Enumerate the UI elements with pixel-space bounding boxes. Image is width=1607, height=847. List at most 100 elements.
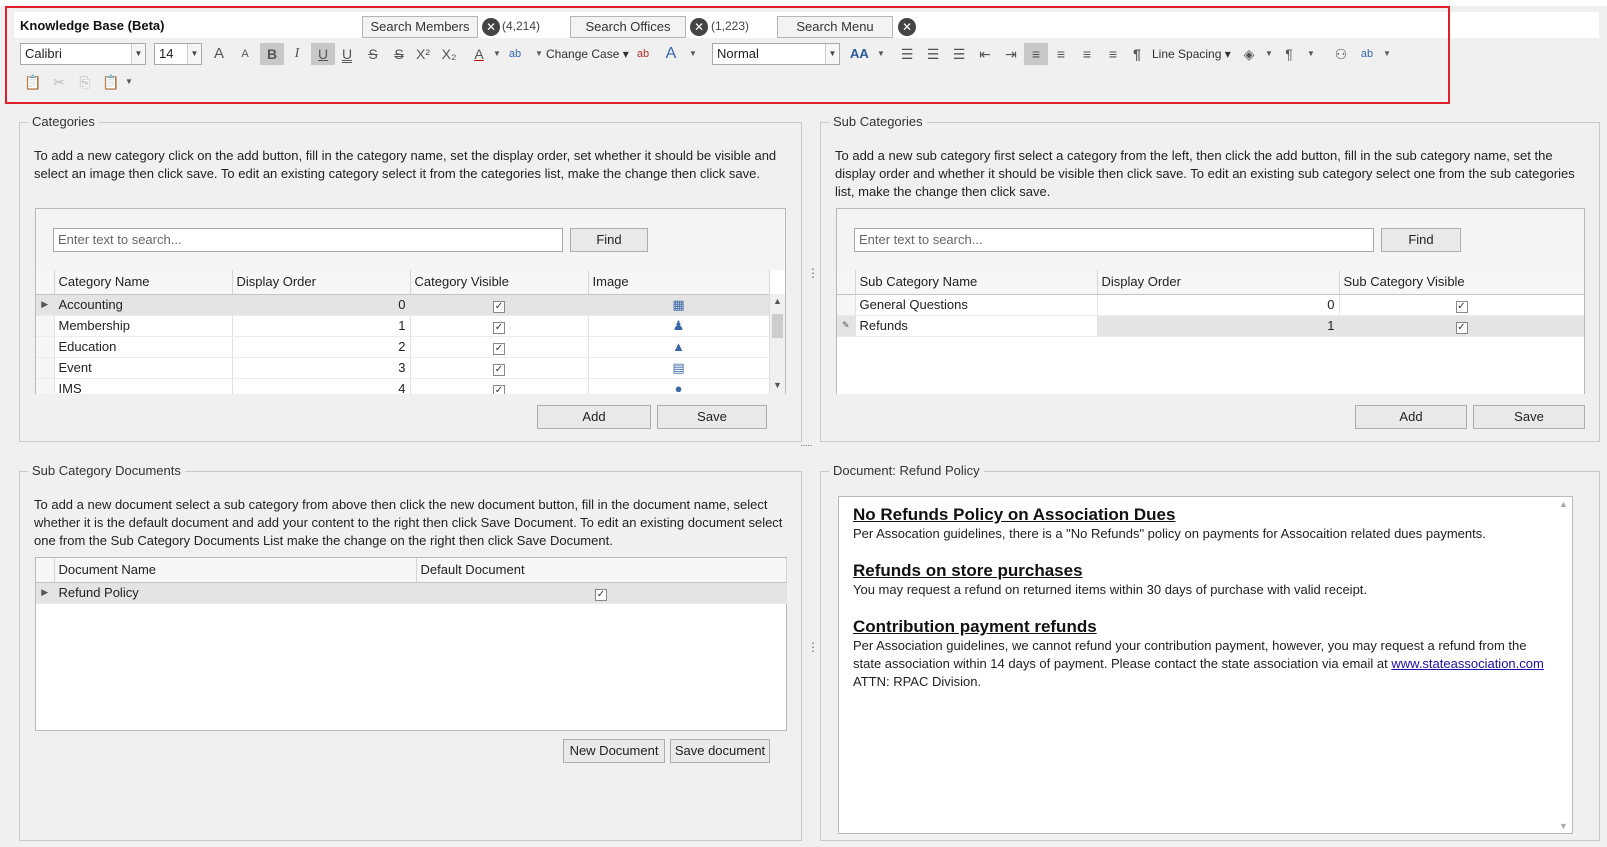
shrink-font-icon[interactable]: A: [236, 43, 254, 65]
grow-font-icon[interactable]: A: [210, 43, 228, 65]
bold-button[interactable]: B: [260, 43, 284, 65]
column-header[interactable]: Default Document: [416, 558, 787, 583]
ims-icon[interactable]: ●: [671, 382, 687, 395]
superscript-button[interactable]: X²: [414, 43, 432, 65]
doc-email-link[interactable]: www.stateassociation.com: [1391, 656, 1543, 671]
subcategories-search-input[interactable]: Enter text to search...: [854, 228, 1374, 252]
find-binoculars-icon[interactable]: ⚇: [1332, 43, 1350, 65]
chevron-down-icon[interactable]: ▼: [1302, 43, 1320, 65]
change-case-button[interactable]: Change Case ▾: [546, 43, 629, 65]
cut-icon[interactable]: ✂: [50, 71, 68, 93]
paragraph-options-icon[interactable]: ¶: [1280, 43, 1298, 65]
shading-icon[interactable]: ◈: [1240, 43, 1258, 65]
membership-icon[interactable]: ♟: [671, 319, 687, 333]
italic-button[interactable]: I: [288, 43, 306, 65]
categories-scrollbar[interactable]: ▲ ▼: [769, 294, 785, 394]
default-document-checkbox[interactable]: ✓: [595, 588, 607, 601]
align-right-icon[interactable]: ≡: [1078, 43, 1096, 65]
table-row[interactable]: Education 2 ✓ ▲: [36, 336, 770, 358]
visible-checkbox[interactable]: ✓: [493, 300, 505, 313]
scroll-up-icon[interactable]: ▲: [773, 296, 782, 306]
increase-indent-icon[interactable]: ⇥: [1002, 43, 1020, 65]
category-name-cell[interactable]: Education: [54, 336, 233, 358]
text-effect-icon[interactable]: A: [662, 43, 680, 65]
scroll-up-icon[interactable]: ▲: [1559, 499, 1568, 509]
category-name-cell[interactable]: Membership: [54, 315, 233, 337]
visible-checkbox[interactable]: ✓: [493, 384, 505, 394]
document-scrollbar[interactable]: ▲ ▼: [1556, 497, 1572, 833]
scroll-thumb[interactable]: [772, 314, 783, 338]
subscript-button[interactable]: X₂: [440, 43, 458, 65]
display-order-cell[interactable]: 1: [232, 315, 411, 337]
column-header[interactable]: Display Order: [232, 270, 411, 295]
table-row[interactable]: Event 3 ✓ ▤: [36, 357, 770, 379]
decrease-indent-icon[interactable]: ⇤: [976, 43, 994, 65]
display-order-cell[interactable]: 2: [232, 336, 411, 358]
vertical-splitter-grip[interactable]: ⋮: [807, 266, 819, 280]
chevron-down-icon[interactable]: ▼: [1378, 43, 1396, 65]
align-left-icon[interactable]: ≡: [1024, 43, 1048, 65]
line-spacing-button[interactable]: Line Spacing ▾: [1152, 43, 1231, 65]
copy-icon[interactable]: ⎘: [76, 71, 94, 93]
table-row[interactable]: IMS 4 ✓ ●: [36, 378, 770, 395]
justify-icon[interactable]: ≡: [1104, 43, 1122, 65]
chevron-down-icon[interactable]: ▼: [120, 71, 138, 93]
double-underline-button[interactable]: U: [338, 43, 356, 65]
subcategories-find-button[interactable]: Find: [1381, 228, 1461, 252]
horizontal-splitter-grip[interactable]: ·····: [800, 440, 813, 451]
event-icon[interactable]: ▤: [671, 361, 687, 375]
chevron-down-icon[interactable]: ▼: [1260, 43, 1278, 65]
subcategory-name-cell[interactable]: General Questions: [855, 294, 1098, 316]
paragraph-style-select[interactable]: Normal ▼: [712, 43, 840, 65]
categories-add-button[interactable]: Add: [537, 405, 651, 429]
search-members-button[interactable]: Search Members: [362, 16, 478, 38]
table-row[interactable]: ▶ Refund Policy ✓: [36, 582, 787, 604]
column-header[interactable]: Document Name: [54, 558, 417, 583]
category-name-cell[interactable]: Event: [54, 357, 233, 379]
replace-icon[interactable]: ab: [1358, 43, 1376, 65]
visible-checkbox[interactable]: ✓: [1455, 300, 1468, 313]
column-header[interactable]: Display Order: [1097, 270, 1340, 295]
categories-find-button[interactable]: Find: [570, 228, 648, 252]
table-row[interactable]: ✎ Refunds 1 ✓: [837, 315, 1584, 337]
vertical-splitter-grip[interactable]: ⋮: [807, 640, 819, 654]
clear-menu-icon[interactable]: ✕: [898, 18, 916, 36]
accounting-icon[interactable]: ▦: [671, 298, 687, 312]
column-header[interactable]: Sub Category Visible: [1339, 270, 1584, 295]
font-family-select[interactable]: Calibri ▼: [20, 43, 146, 65]
category-name-cell[interactable]: Accounting: [54, 294, 233, 316]
clear-members-icon[interactable]: ✕: [482, 18, 500, 36]
paste-special-icon[interactable]: 📋: [102, 71, 120, 93]
display-order-cell[interactable]: 4: [232, 378, 411, 394]
chevron-down-icon[interactable]: ▼: [684, 43, 702, 65]
column-header[interactable]: Category Visible: [410, 270, 589, 295]
subcategories-add-button[interactable]: Add: [1355, 405, 1467, 429]
paragraph-mark-icon[interactable]: ¶: [1128, 43, 1146, 65]
display-order-cell[interactable]: 0: [232, 294, 411, 316]
subcategory-name-cell[interactable]: Refunds: [855, 315, 1098, 337]
category-name-cell[interactable]: IMS: [54, 378, 233, 394]
strikethrough-button[interactable]: S: [364, 43, 382, 65]
document-name-cell[interactable]: Refund Policy: [54, 582, 417, 604]
search-offices-button[interactable]: Search Offices: [570, 16, 686, 38]
visible-checkbox[interactable]: ✓: [493, 363, 505, 376]
document-editor[interactable]: No Refunds Policy on Association Dues Pe…: [838, 496, 1573, 834]
new-document-button[interactable]: New Document: [563, 739, 665, 763]
display-order-cell[interactable]: 0: [1097, 294, 1340, 316]
multilevel-list-icon[interactable]: ☰: [950, 43, 968, 65]
chevron-down-icon[interactable]: ▼: [488, 43, 506, 65]
categories-search-input[interactable]: Enter text to search...: [53, 228, 563, 252]
underline-button[interactable]: U: [311, 43, 335, 65]
table-row[interactable]: ▶ Accounting 0 ✓ ▦: [36, 294, 770, 316]
table-row[interactable]: Membership 1 ✓ ♟: [36, 315, 770, 337]
clear-format-icon[interactable]: ab: [634, 43, 652, 65]
education-icon[interactable]: ▲: [671, 340, 687, 354]
font-color-icon[interactable]: A: [470, 43, 488, 65]
categories-save-button[interactable]: Save: [657, 405, 767, 429]
column-header[interactable]: Sub Category Name: [855, 270, 1098, 295]
table-row[interactable]: General Questions 0 ✓: [837, 294, 1584, 316]
search-menu-button[interactable]: Search Menu: [777, 16, 893, 38]
chevron-down-icon[interactable]: ▼: [872, 43, 890, 65]
column-header[interactable]: Image: [588, 270, 770, 295]
visible-checkbox[interactable]: ✓: [493, 321, 505, 334]
